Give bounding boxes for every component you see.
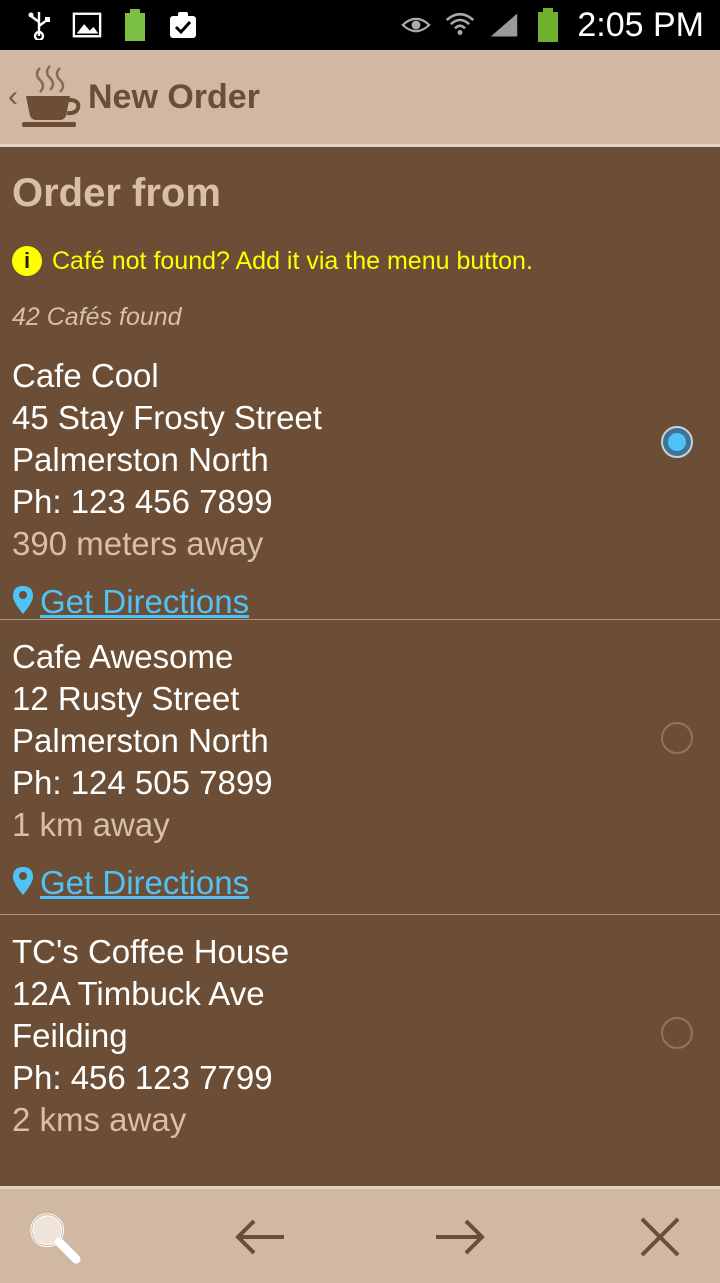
- search-icon[interactable]: [26, 1209, 82, 1265]
- cafe-radio[interactable]: [661, 722, 693, 754]
- cafe-distance: 390 meters away: [12, 525, 264, 562]
- cafe-name: Cafe Awesome: [12, 638, 234, 675]
- cafe-count: 42 Cafés found: [12, 303, 182, 331]
- cafe-distance: 1 km away: [12, 806, 170, 843]
- cafe-city: Palmerston North: [12, 441, 269, 478]
- cafe-list-item[interactable]: TC's Coffee House 12A Timbuck Ave Feildi…: [0, 915, 720, 1165]
- up-chevron-icon[interactable]: ‹: [8, 80, 18, 114]
- cafe-name: Cafe Cool: [12, 357, 159, 394]
- wifi-icon: [445, 10, 475, 40]
- info-icon: i: [12, 246, 42, 276]
- cafe-city: Palmerston North: [12, 722, 269, 759]
- close-icon[interactable]: [632, 1209, 688, 1265]
- action-bar: ‹ New Order: [0, 50, 720, 147]
- image-icon: [72, 10, 102, 40]
- get-directions-link[interactable]: Get Directions: [40, 864, 249, 902]
- battery-icon: [533, 8, 563, 42]
- cafe-street: 12A Timbuck Ave: [12, 975, 265, 1012]
- cafe-distance: 2 kms away: [12, 1101, 187, 1138]
- coffee-cup-icon[interactable]: [20, 64, 82, 130]
- cafe-list-item[interactable]: Cafe Cool 45 Stay Frosty Street Palmerst…: [0, 339, 720, 620]
- cafe-radio[interactable]: [661, 1017, 693, 1049]
- battery-full-icon: [120, 9, 150, 41]
- cafe-street: 12 Rusty Street: [12, 680, 240, 717]
- section-title: Order from: [12, 171, 221, 215]
- clock: 2:05 PM: [577, 5, 704, 44]
- directions-row[interactable]: Get Directions: [12, 854, 720, 912]
- cafe-radio-selected[interactable]: [661, 426, 693, 458]
- cafe-street: 45 Stay Frosty Street: [12, 399, 322, 436]
- arrow-left-icon[interactable]: [232, 1209, 288, 1265]
- status-bar: 2:05 PM: [0, 0, 720, 50]
- cafe-phone: Ph: 456 123 7799: [12, 1059, 273, 1096]
- arrow-right-icon[interactable]: [432, 1209, 488, 1265]
- app-title: New Order: [88, 77, 260, 116]
- map-pin-icon: [12, 866, 34, 901]
- bottom-action-bar: [0, 1186, 720, 1283]
- map-pin-icon: [12, 585, 34, 620]
- cafe-city: Feilding: [12, 1017, 128, 1054]
- eye-icon: [401, 10, 432, 40]
- clipboard-check-icon: [168, 10, 198, 40]
- cafe-phone: Ph: 124 505 7899: [12, 764, 273, 801]
- info-text: Café not found? Add it via the menu butt…: [52, 246, 533, 275]
- cafe-list-item[interactable]: Cafe Awesome 12 Rusty Street Palmerston …: [0, 620, 720, 915]
- usb-icon: [24, 10, 54, 40]
- get-directions-link[interactable]: Get Directions: [40, 583, 249, 621]
- cafe-name: TC's Coffee House: [12, 933, 290, 970]
- cafe-phone: Ph: 123 456 7899: [12, 483, 273, 520]
- signal-icon: [489, 10, 519, 40]
- info-banner: i Café not found? Add it via the menu bu…: [12, 241, 720, 281]
- order-list-content: Order from i Café not found? Add it via …: [0, 147, 720, 1165]
